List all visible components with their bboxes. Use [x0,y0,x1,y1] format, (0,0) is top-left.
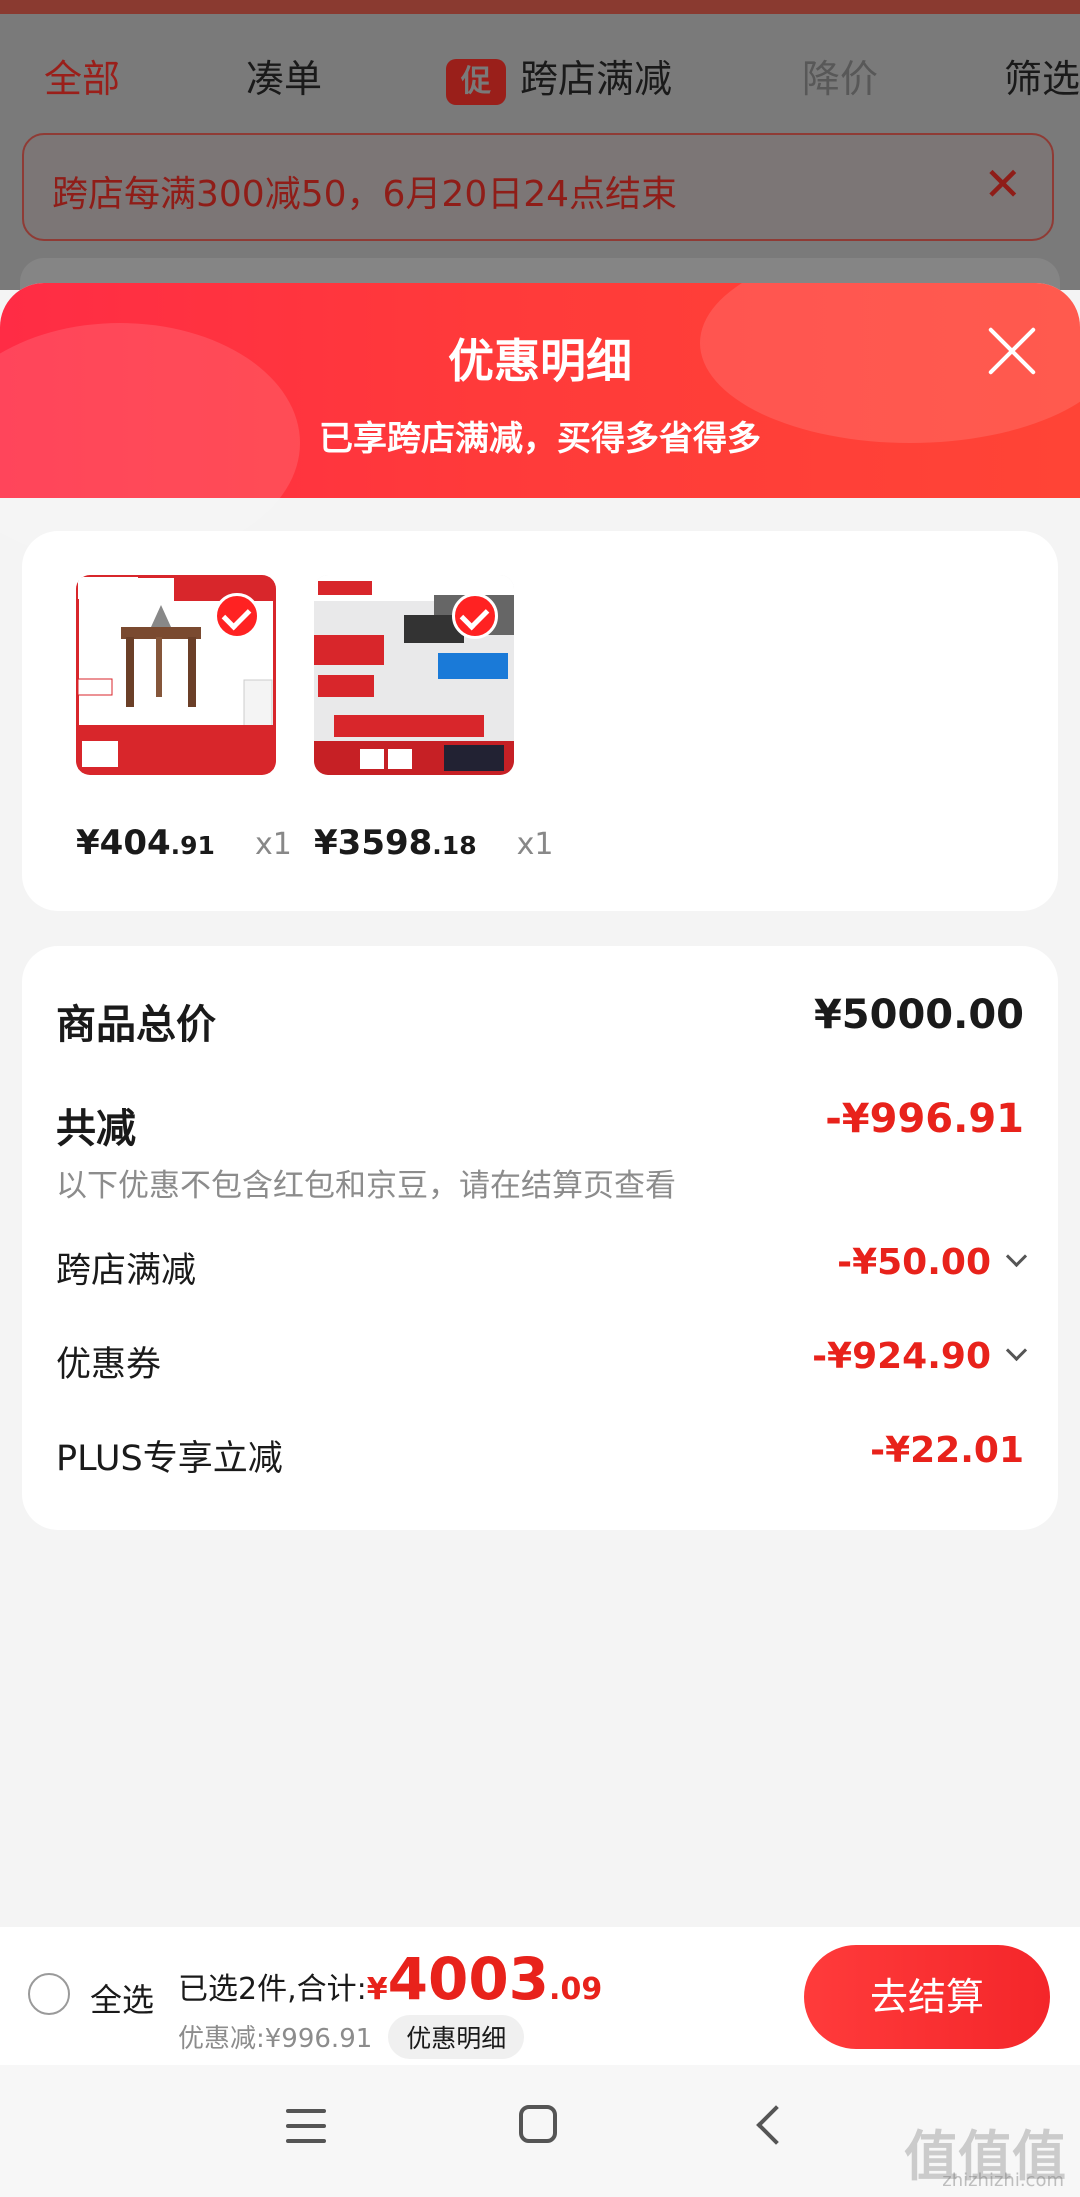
tab-cross-store-discount[interactable]: 促跨店满减 [446,48,672,105]
selected-total: 已选2件,合计:¥4003.09 [178,1945,602,2013]
chevron-down-icon [1005,1339,1028,1362]
discount-detail-sheet: 优惠明细 已享跨店满减，买得多省得多 ¥404.91 x1 ¥3598.18 x… [0,283,1080,2197]
product-image [76,575,276,775]
selected-count-text: 已选2件,合计: [178,1972,367,2007]
discount-label: 共减 [56,1106,136,1152]
discount-item-value: -¥50.00 [837,1242,1028,1283]
checked-icon [452,593,498,639]
total-amount: 4003 [387,1945,550,2013]
watermark-url: zhizhizhi.com [942,2170,1064,2191]
product-quantity: x1 [254,827,292,862]
close-icon[interactable] [984,323,1040,379]
total-value: ¥5000.00 [813,992,1024,1038]
price-summary-card: 商品总价 ¥5000.00 共减 -¥996.91 以下优惠不包含红包和京豆，请… [22,946,1058,1530]
price-integer: ¥3598 [314,823,433,863]
discount-item-value: -¥22.01 [870,1430,1024,1471]
sheet-title: 优惠明细 [448,334,632,388]
discount-value: -¥996.91 [825,1096,1024,1142]
price-decimal: .91 [170,831,215,860]
discount-item-label: 跨店满减 [56,1251,197,1291]
sheet-subtitle: 已享跨店满减，买得多省得多 [319,419,761,459]
checkout-button[interactable]: 去结算 [804,1945,1050,2049]
chevron-down-icon [1005,1245,1028,1268]
discount-item-value: -¥924.90 [812,1336,1028,1377]
tab-bundle[interactable]: 凑单 [246,48,322,103]
discount-amount: -¥924.90 [812,1336,991,1377]
tab-all[interactable]: 全部 [44,48,120,103]
product-price-row: ¥404.91 x1 [76,823,292,863]
banner-text: 跨店每满300减50，6月20日24点结束 [52,174,678,215]
close-icon[interactable]: ✕ [983,157,1022,211]
discount-note: 以下优惠不包含红包和京豆，请在结算页查看 [56,1168,676,1204]
price-integer: ¥404 [76,823,171,863]
home-icon[interactable] [519,2105,557,2143]
product-price-row: ¥3598.18 x1 [314,823,553,863]
product-image [314,575,514,775]
checkout-bar: 全选 已选2件,合计:¥4003.09 优惠减:¥996.91 优惠明细 去结算 [0,1927,1080,2065]
back-icon[interactable] [756,2105,796,2145]
sheet-header: 优惠明细 已享跨店满减，买得多省得多 [0,283,1080,563]
product-price: ¥3598.18 [314,823,477,863]
select-all-checkbox[interactable] [28,1973,70,2015]
discount-amount: -¥50.00 [837,1242,991,1283]
promo-badge-icon: 促 [446,58,506,105]
product-list-card: ¥404.91 x1 ¥3598.18 x1 [22,531,1058,911]
discount-item-label: PLUS专享立减 [56,1439,283,1479]
product-quantity: x1 [516,827,554,862]
total-decimal: .09 [549,1972,603,2007]
select-all-label[interactable]: 全选 [90,1975,154,2021]
menu-icon[interactable] [286,2109,326,2143]
discount-item-label: 优惠券 [56,1345,162,1385]
checked-icon [214,593,260,639]
price-decimal: .18 [432,831,477,860]
discount-summary-text: 优惠减:¥996.91 [178,2024,373,2054]
tab-label: 跨店满减 [520,57,673,101]
filter-tabs: 全部 凑单 促跨店满减 降价 筛选 [0,30,1080,110]
tab-filter[interactable]: 筛选 [1004,48,1080,103]
top-strip [0,0,1080,14]
tab-price-drop[interactable]: 降价 [802,48,878,103]
promo-banner: 跨店每满300减50，6月20日24点结束 ✕ [22,133,1054,241]
currency-symbol: ¥ [366,1972,388,2007]
total-label: 商品总价 [56,1002,216,1048]
product-price: ¥404.91 [76,823,215,863]
discount-detail-button[interactable]: 优惠明细 [388,2015,525,2059]
discount-summary: 优惠减:¥996.91 优惠明细 [178,2015,525,2059]
